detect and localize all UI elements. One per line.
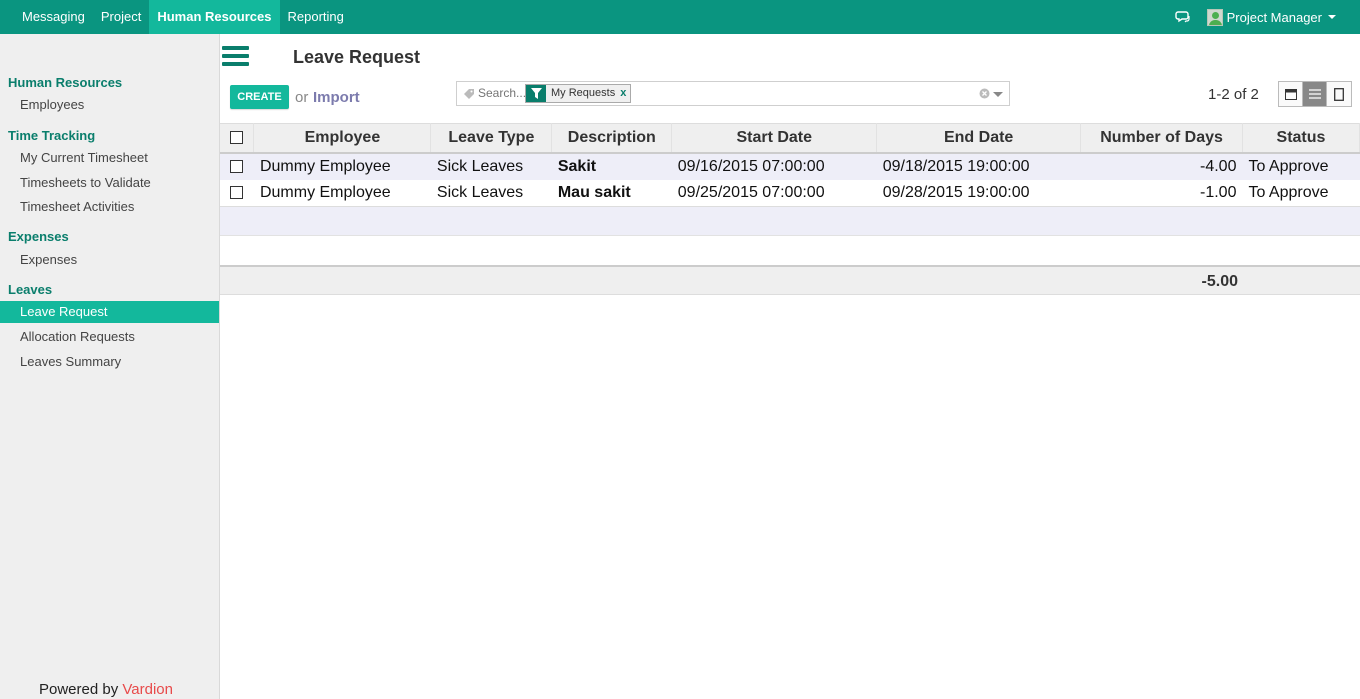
list-icon bbox=[1308, 89, 1321, 99]
search-options-caret-icon[interactable] bbox=[993, 92, 1003, 97]
sidebar-item-allocation-requests[interactable]: Allocation Requests bbox=[0, 326, 219, 348]
column-start-date[interactable]: Start Date bbox=[671, 123, 878, 154]
total-number-of-days: -5.00 bbox=[1201, 273, 1238, 290]
user-area: Project Manager bbox=[1174, 0, 1336, 34]
view-switcher bbox=[1278, 81, 1352, 107]
cell-leave-type: Sick Leaves bbox=[430, 179, 552, 207]
cell-status: To Approve bbox=[1242, 152, 1360, 180]
row-checkbox[interactable] bbox=[230, 186, 244, 200]
facet-label: My Requests bbox=[551, 87, 616, 99]
leave-request-table: Employee Leave Type Description Start Da… bbox=[220, 123, 1360, 207]
form-icon bbox=[1334, 87, 1344, 101]
row-select-cell bbox=[220, 179, 254, 207]
filter-icon bbox=[526, 85, 546, 102]
cell-number-of-days: -4.00 bbox=[1080, 152, 1243, 180]
top-navbar: Messaging Project Human Resources Report… bbox=[0, 0, 1360, 34]
table-row[interactable]: Dummy Employee Sick Leaves Sakit 09/16/2… bbox=[220, 152, 1360, 180]
sidebar-item-leave-request[interactable]: Leave Request bbox=[0, 301, 219, 323]
avatar[interactable] bbox=[1206, 8, 1223, 26]
table-header-row: Employee Leave Type Description Start Da… bbox=[220, 123, 1360, 154]
search-input[interactable] bbox=[478, 86, 528, 100]
tag-icon bbox=[464, 89, 474, 99]
sidebar-item-employees[interactable]: Employees bbox=[0, 94, 219, 116]
search-facet: My Requests x bbox=[525, 84, 632, 103]
menu-human-resources[interactable]: Human Resources bbox=[149, 0, 280, 34]
column-number-of-days[interactable]: Number of Days bbox=[1080, 123, 1243, 154]
cell-number-of-days: -1.00 bbox=[1080, 179, 1243, 207]
menu-messaging[interactable]: Messaging bbox=[14, 0, 93, 34]
sidebar-item-leaves-summary[interactable]: Leaves Summary bbox=[0, 351, 219, 373]
cell-description: Sakit bbox=[551, 152, 672, 180]
column-employee[interactable]: Employee bbox=[253, 123, 432, 154]
select-all-checkbox[interactable] bbox=[230, 131, 244, 145]
menu-toggle-icon[interactable] bbox=[222, 46, 249, 70]
column-description[interactable]: Description bbox=[551, 123, 673, 154]
column-leave-type[interactable]: Leave Type bbox=[430, 123, 553, 154]
cell-end-date: 09/18/2015 19:00:00 bbox=[876, 152, 1081, 180]
row-checkbox[interactable] bbox=[230, 159, 244, 173]
pager-value[interactable]: 1-2 of 2 bbox=[1208, 86, 1259, 103]
sidebar-section-time-tracking: Time Tracking bbox=[8, 128, 96, 143]
sidebar-item-expenses[interactable]: Expenses bbox=[0, 249, 219, 271]
cell-status: To Approve bbox=[1242, 179, 1360, 207]
sidebar-item-my-current-timesheet[interactable]: My Current Timesheet bbox=[0, 147, 219, 169]
select-all-cell bbox=[220, 123, 255, 154]
top-menu: Messaging Project Human Resources Report… bbox=[14, 0, 352, 34]
menu-reporting[interactable]: Reporting bbox=[280, 0, 352, 34]
table-row[interactable]: Dummy Employee Sick Leaves Mau sakit 09/… bbox=[220, 179, 1360, 207]
sidebar-section-expenses: Expenses bbox=[8, 229, 69, 244]
empty-row bbox=[220, 236, 1360, 265]
user-menu[interactable]: Project Manager bbox=[1227, 10, 1322, 25]
sidebar-section-leaves: Leaves bbox=[8, 282, 53, 297]
column-end-date[interactable]: End Date bbox=[876, 123, 1082, 154]
or-label: or bbox=[295, 89, 309, 106]
sidebar-item-timesheets-to-validate[interactable]: Timesheets to Validate bbox=[0, 172, 219, 194]
create-button[interactable]: CREATE bbox=[230, 85, 289, 109]
search-box[interactable]: My Requests x bbox=[456, 81, 1010, 106]
list-view-button[interactable] bbox=[1303, 82, 1327, 106]
cell-employee: Dummy Employee bbox=[253, 179, 431, 207]
cell-start-date: 09/16/2015 07:00:00 bbox=[671, 152, 877, 180]
cell-start-date: 09/25/2015 07:00:00 bbox=[671, 179, 877, 207]
menu-project[interactable]: Project bbox=[93, 0, 149, 34]
cell-leave-type: Sick Leaves bbox=[430, 152, 552, 180]
form-view-button[interactable] bbox=[1327, 82, 1351, 106]
powered-by-brand-link[interactable]: Vardion bbox=[122, 681, 173, 698]
chevron-down-icon[interactable] bbox=[1328, 15, 1336, 19]
calendar-view-button[interactable] bbox=[1279, 82, 1303, 106]
sidebar-item-timesheet-activities[interactable]: Timesheet Activities bbox=[0, 196, 219, 218]
import-link[interactable]: Import bbox=[313, 89, 360, 106]
facet-remove-icon[interactable]: x bbox=[620, 85, 630, 102]
sidebar: Human Resources Employees Time Tracking … bbox=[0, 34, 220, 699]
cell-end-date: 09/28/2015 19:00:00 bbox=[876, 179, 1081, 207]
powered-by-label: Powered by bbox=[39, 681, 119, 698]
calendar-icon bbox=[1284, 89, 1297, 100]
table-footer-totals: -5.00 bbox=[220, 265, 1360, 295]
column-status[interactable]: Status bbox=[1242, 123, 1360, 154]
chat-icon[interactable] bbox=[1174, 9, 1191, 25]
page-title: Leave Request bbox=[293, 47, 421, 67]
cell-description: Mau sakit bbox=[551, 179, 672, 207]
empty-row bbox=[220, 207, 1360, 236]
clear-search-icon[interactable] bbox=[979, 88, 990, 99]
row-select-cell bbox=[220, 152, 254, 180]
powered-by: Powered by Vardion bbox=[39, 681, 173, 698]
cell-employee: Dummy Employee bbox=[253, 152, 431, 180]
sidebar-section-human-resources: Human Resources bbox=[8, 75, 123, 90]
